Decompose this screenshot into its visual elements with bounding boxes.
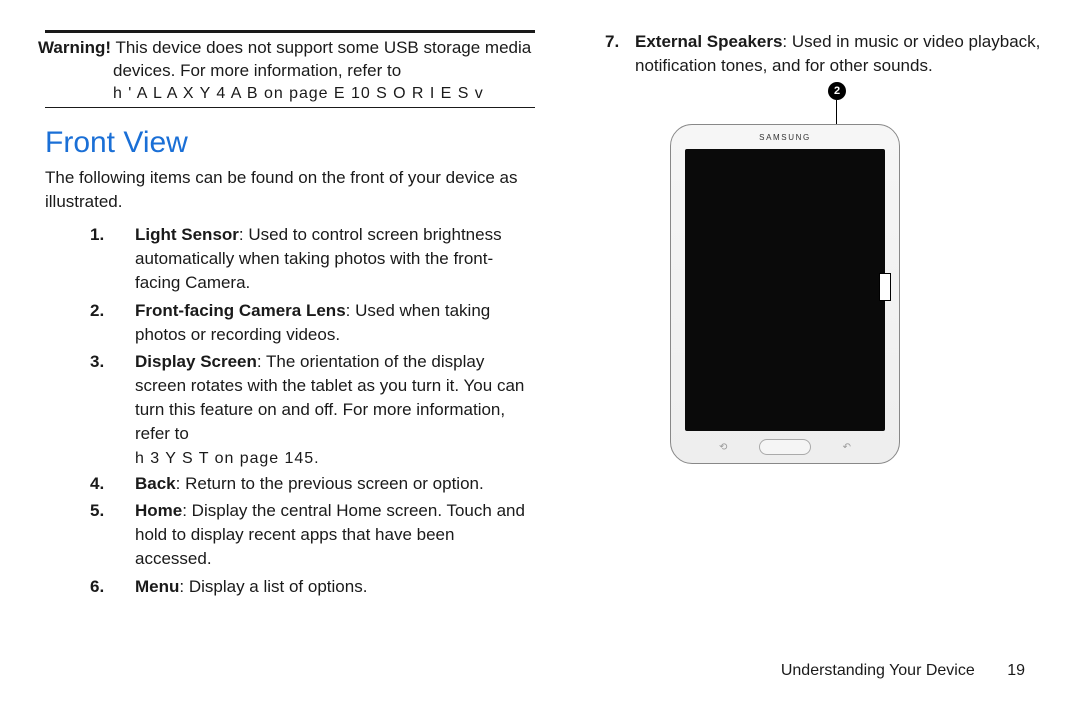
list-item: 3. Display Screen: The orientation of th… xyxy=(45,350,535,445)
item-desc: : Display a list of options. xyxy=(179,577,367,596)
divider xyxy=(45,30,535,33)
brand-label: SAMSUNG xyxy=(671,133,899,142)
device-figure: 2 SAMSUNG ⟲ ↶ xyxy=(670,100,950,500)
item-term: Home xyxy=(135,501,182,520)
item-term: Light Sensor xyxy=(135,225,239,244)
page-number: 19 xyxy=(1007,662,1025,680)
footer-section: Understanding Your Device xyxy=(781,662,975,679)
menu-key-icon: ⟲ xyxy=(719,442,727,453)
list-item: 2. Front-facing Camera Lens: Used when t… xyxy=(45,299,535,347)
section-title: Front View xyxy=(45,126,535,160)
item-number: 1. xyxy=(90,223,104,247)
item-desc: : Display the central Home screen. Touch… xyxy=(135,501,525,568)
home-button-icon xyxy=(759,439,811,455)
warning-text: This device does not support some USB st… xyxy=(113,38,531,80)
item-term: External Speakers xyxy=(635,32,782,51)
warning-label: Warning! xyxy=(38,38,111,57)
warning-block: Warning! This device does not support so… xyxy=(38,37,535,83)
callout-leader-line xyxy=(836,100,837,124)
item-desc: : Return to the previous screen or optio… xyxy=(176,474,484,493)
feature-list-cont: 4. Back: Return to the previous screen o… xyxy=(45,472,535,599)
item-number: 6. xyxy=(90,575,104,599)
list-item: 7. External Speakers: Used in music or v… xyxy=(575,30,1045,78)
right-column: 7. External Speakers: Used in music or v… xyxy=(575,30,1045,500)
screen-area xyxy=(685,149,885,431)
list-item: 4. Back: Return to the previous screen o… xyxy=(45,472,535,496)
feature-list-right: 7. External Speakers: Used in music or v… xyxy=(575,30,1045,78)
back-key-icon: ↶ xyxy=(843,442,851,453)
item3-reference: h 3 Y S T on page 145. xyxy=(45,450,535,468)
item-number: 3. xyxy=(90,350,104,374)
divider xyxy=(45,107,535,108)
item-number: 4. xyxy=(90,472,104,496)
tablet-outline: SAMSUNG ⟲ ↶ xyxy=(670,124,900,464)
item-number: 2. xyxy=(90,299,104,323)
manual-page: Warning! This device does not support so… xyxy=(0,0,1080,720)
list-item: 6. Menu: Display a list of options. xyxy=(45,575,535,599)
item-term: Back xyxy=(135,474,176,493)
list-item: 1. Light Sensor: Used to control screen … xyxy=(45,223,535,294)
warning-reference: h ' A L A X Y 4 A B on page E 10 S O R I… xyxy=(45,85,535,103)
item-number: 5. xyxy=(90,499,104,523)
callout-badge: 2 xyxy=(828,82,846,100)
item-term: Front-facing Camera Lens xyxy=(135,301,346,320)
feature-list: 1. Light Sensor: Used to control screen … xyxy=(45,223,535,445)
left-column: Warning! This device does not support so… xyxy=(45,30,535,603)
item-number: 7. xyxy=(605,30,619,54)
list-item: 5. Home: Display the central Home screen… xyxy=(45,499,535,570)
item-term: Display Screen xyxy=(135,352,257,371)
item-term: Menu xyxy=(135,577,179,596)
page-footer: Understanding Your Device 19 xyxy=(781,662,1025,680)
intro-text: The following items can be found on the … xyxy=(45,166,535,214)
